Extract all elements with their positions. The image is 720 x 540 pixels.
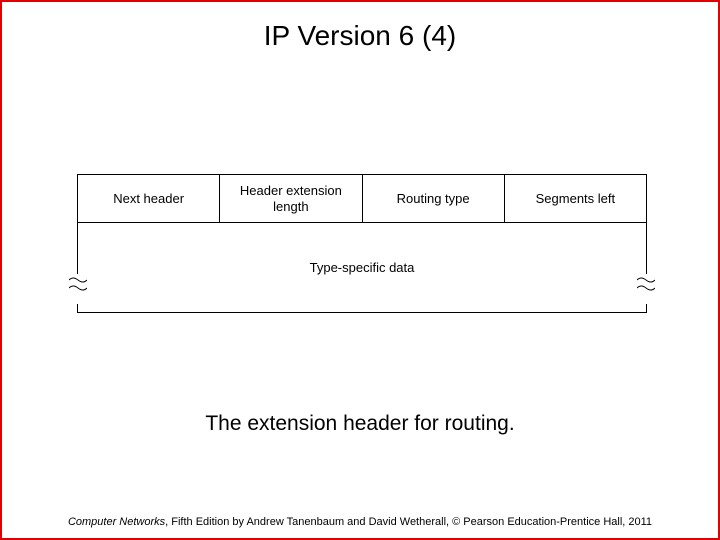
break-mark-left [69, 274, 87, 304]
field-type-specific-data: Type-specific data [310, 260, 415, 275]
footer-book-title: Computer Networks [68, 516, 165, 528]
field-header-ext-length: Header extension length [219, 175, 361, 223]
data-row: Type-specific data [77, 223, 647, 313]
routing-header-figure: Next header Header extension length Rout… [77, 174, 647, 313]
break-mark-right [637, 274, 655, 304]
figure-caption: The extension header for routing. [2, 412, 718, 436]
field-next-header: Next header [77, 175, 219, 223]
slide-footer: Computer Networks, Fifth Edition by Andr… [2, 516, 718, 528]
field-segments-left: Segments left [504, 175, 647, 223]
footer-rest: , Fifth Edition by Andrew Tanenbaum and … [165, 516, 652, 528]
field-routing-type: Routing type [362, 175, 504, 223]
header-row: Next header Header extension length Rout… [77, 174, 647, 223]
slide-title: IP Version 6 (4) [2, 20, 718, 52]
